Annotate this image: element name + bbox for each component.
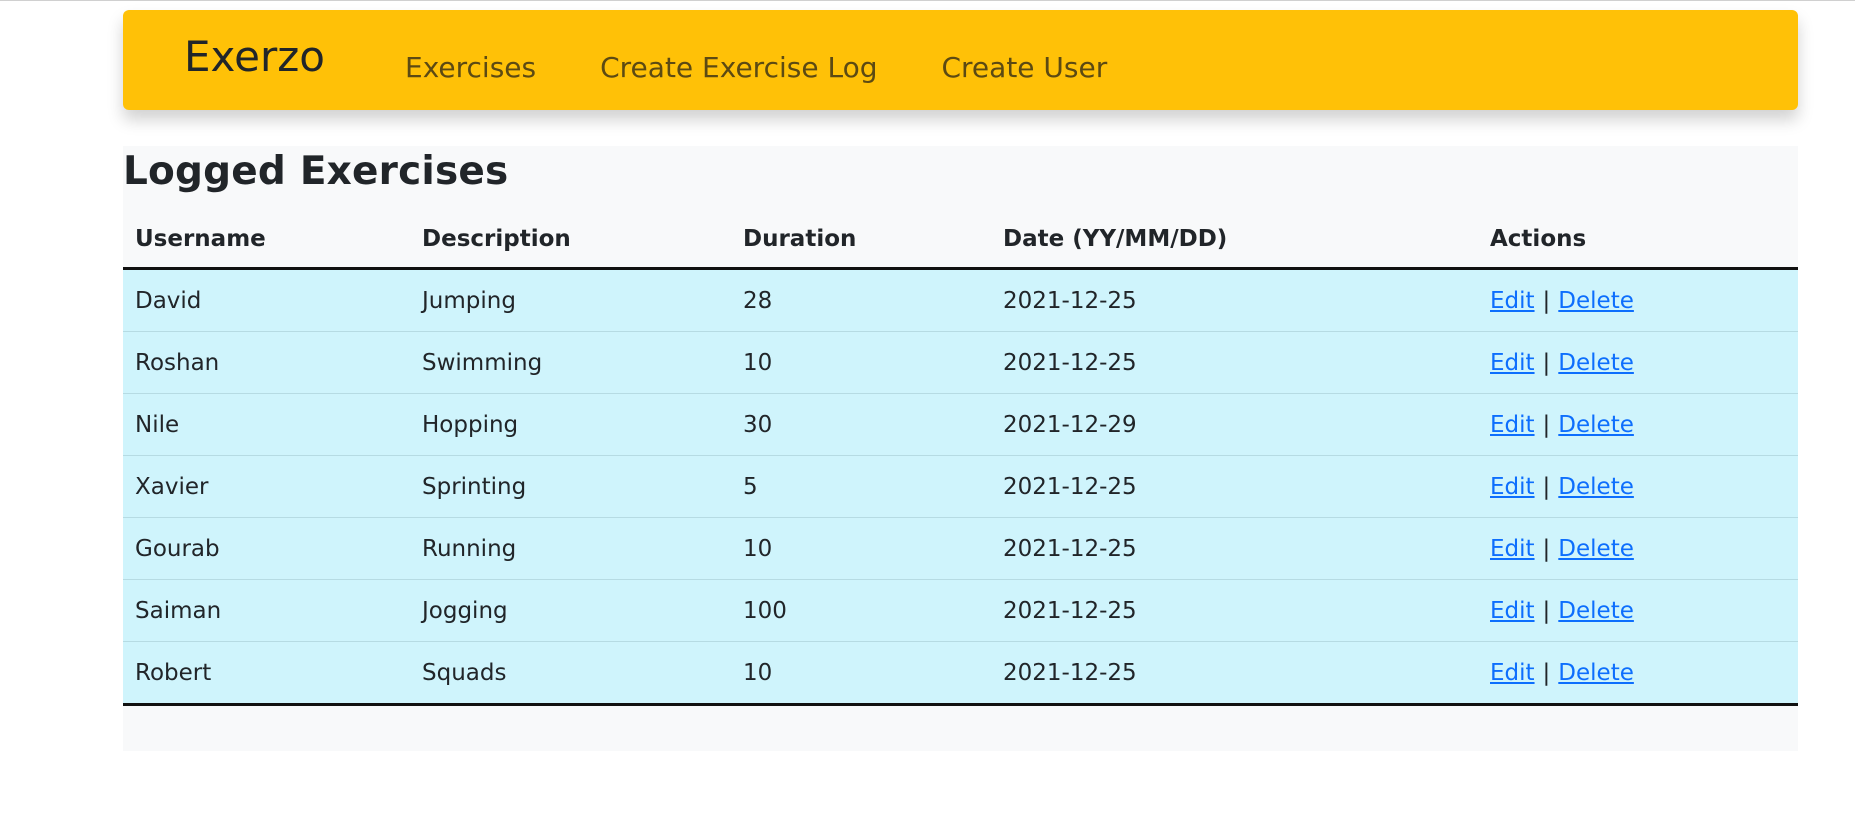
header-duration: Duration — [731, 211, 991, 270]
delete-link[interactable]: Delete — [1558, 598, 1634, 624]
cell-description: Jogging — [410, 579, 731, 642]
cell-description: Jumping — [410, 268, 731, 332]
edit-link[interactable]: Edit — [1490, 536, 1535, 562]
nav-link-exercises[interactable]: Exercises — [405, 51, 536, 84]
delete-link[interactable]: Delete — [1558, 474, 1634, 500]
table-row: David Jumping 28 2021-12-25 Edit | Delete — [123, 268, 1798, 332]
cell-description: Sprinting — [410, 455, 731, 518]
cell-actions: Edit | Delete — [1478, 517, 1798, 580]
cell-username: Nile — [123, 393, 410, 456]
table-row: Saiman Jogging 100 2021-12-25 Edit | Delete — [123, 579, 1798, 642]
delete-link[interactable]: Delete — [1558, 350, 1634, 376]
edit-link[interactable]: Edit — [1490, 598, 1535, 624]
cell-date: 2021-12-25 — [991, 331, 1478, 394]
delete-link[interactable]: Delete — [1558, 660, 1634, 686]
header-actions: Actions — [1478, 211, 1798, 270]
cell-username: Roshan — [123, 331, 410, 394]
page-title: Logged Exercises — [123, 149, 509, 194]
header-description: Description — [410, 211, 731, 270]
edit-link[interactable]: Edit — [1490, 660, 1535, 686]
table-body: David Jumping 28 2021-12-25 Edit | Delete Rosha… — [123, 268, 1798, 706]
cell-description: Swimming — [410, 331, 731, 394]
header-date: Date (YY/MM/DD) — [991, 211, 1478, 270]
table-row: Robert Squads 10 2021-12-25 Edit | Delete — [123, 641, 1798, 706]
cell-date: 2021-12-25 — [991, 517, 1478, 580]
cell-username: Robert — [123, 641, 410, 706]
table-header-row: Username Description Duration Date (YY/M… — [123, 211, 1798, 270]
action-separator: | — [1542, 349, 1551, 376]
edit-link[interactable]: Edit — [1490, 350, 1535, 376]
action-separator: | — [1542, 659, 1551, 686]
cell-duration: 10 — [731, 517, 991, 580]
nav-links: Exercises Create Exercise Log Create Use… — [405, 51, 1171, 84]
edit-link[interactable]: Edit — [1490, 412, 1535, 438]
cell-duration: 10 — [731, 331, 991, 394]
table-row: Xavier Sprinting 5 2021-12-25 Edit | Delete — [123, 455, 1798, 518]
cell-date: 2021-12-29 — [991, 393, 1478, 456]
cell-duration: 5 — [731, 455, 991, 518]
cell-description: Hopping — [410, 393, 731, 456]
navbar: Exerzo Exercises Create Exercise Log Cre… — [123, 10, 1798, 110]
exercises-table: Username Description Duration Date (YY/M… — [123, 211, 1798, 706]
edit-link[interactable]: Edit — [1490, 288, 1535, 314]
cell-actions: Edit | Delete — [1478, 455, 1798, 518]
cell-duration: 28 — [731, 268, 991, 332]
main-container: Logged Exercises Username Description Du… — [123, 146, 1798, 751]
table-row: Nile Hopping 30 2021-12-29 Edit | Delete — [123, 393, 1798, 456]
cell-actions: Edit | Delete — [1478, 393, 1798, 456]
delete-link[interactable]: Delete — [1558, 412, 1634, 438]
delete-link[interactable]: Delete — [1558, 288, 1634, 314]
cell-date: 2021-12-25 — [991, 268, 1478, 332]
action-separator: | — [1542, 535, 1551, 562]
nav-link-create-user[interactable]: Create User — [941, 51, 1107, 84]
cell-duration: 10 — [731, 641, 991, 706]
cell-username: Gourab — [123, 517, 410, 580]
cell-actions: Edit | Delete — [1478, 641, 1798, 706]
browser-top-border — [0, 0, 1855, 8]
cell-actions: Edit | Delete — [1478, 331, 1798, 394]
cell-date: 2021-12-25 — [991, 455, 1478, 518]
cell-date: 2021-12-25 — [991, 641, 1478, 706]
cell-date: 2021-12-25 — [991, 579, 1478, 642]
action-separator: | — [1542, 473, 1551, 500]
nav-link-create-exercise-log[interactable]: Create Exercise Log — [600, 51, 877, 84]
action-separator: | — [1542, 411, 1551, 438]
edit-link[interactable]: Edit — [1490, 474, 1535, 500]
delete-link[interactable]: Delete — [1558, 536, 1634, 562]
table-header: Username Description Duration Date (YY/M… — [123, 211, 1798, 270]
cell-actions: Edit | Delete — [1478, 579, 1798, 642]
action-separator: | — [1542, 597, 1551, 624]
cell-username: David — [123, 268, 410, 332]
table-row: Gourab Running 10 2021-12-25 Edit | Delete — [123, 517, 1798, 580]
action-separator: | — [1542, 287, 1551, 314]
cell-description: Running — [410, 517, 731, 580]
table-row: Roshan Swimming 10 2021-12-25 Edit | Delete — [123, 331, 1798, 394]
cell-description: Squads — [410, 641, 731, 706]
cell-duration: 100 — [731, 579, 991, 642]
cell-username: Xavier — [123, 455, 410, 518]
brand-link[interactable]: Exerzo — [184, 32, 325, 82]
cell-duration: 30 — [731, 393, 991, 456]
header-username: Username — [123, 211, 410, 270]
cell-username: Saiman — [123, 579, 410, 642]
cell-actions: Edit | Delete — [1478, 268, 1798, 332]
